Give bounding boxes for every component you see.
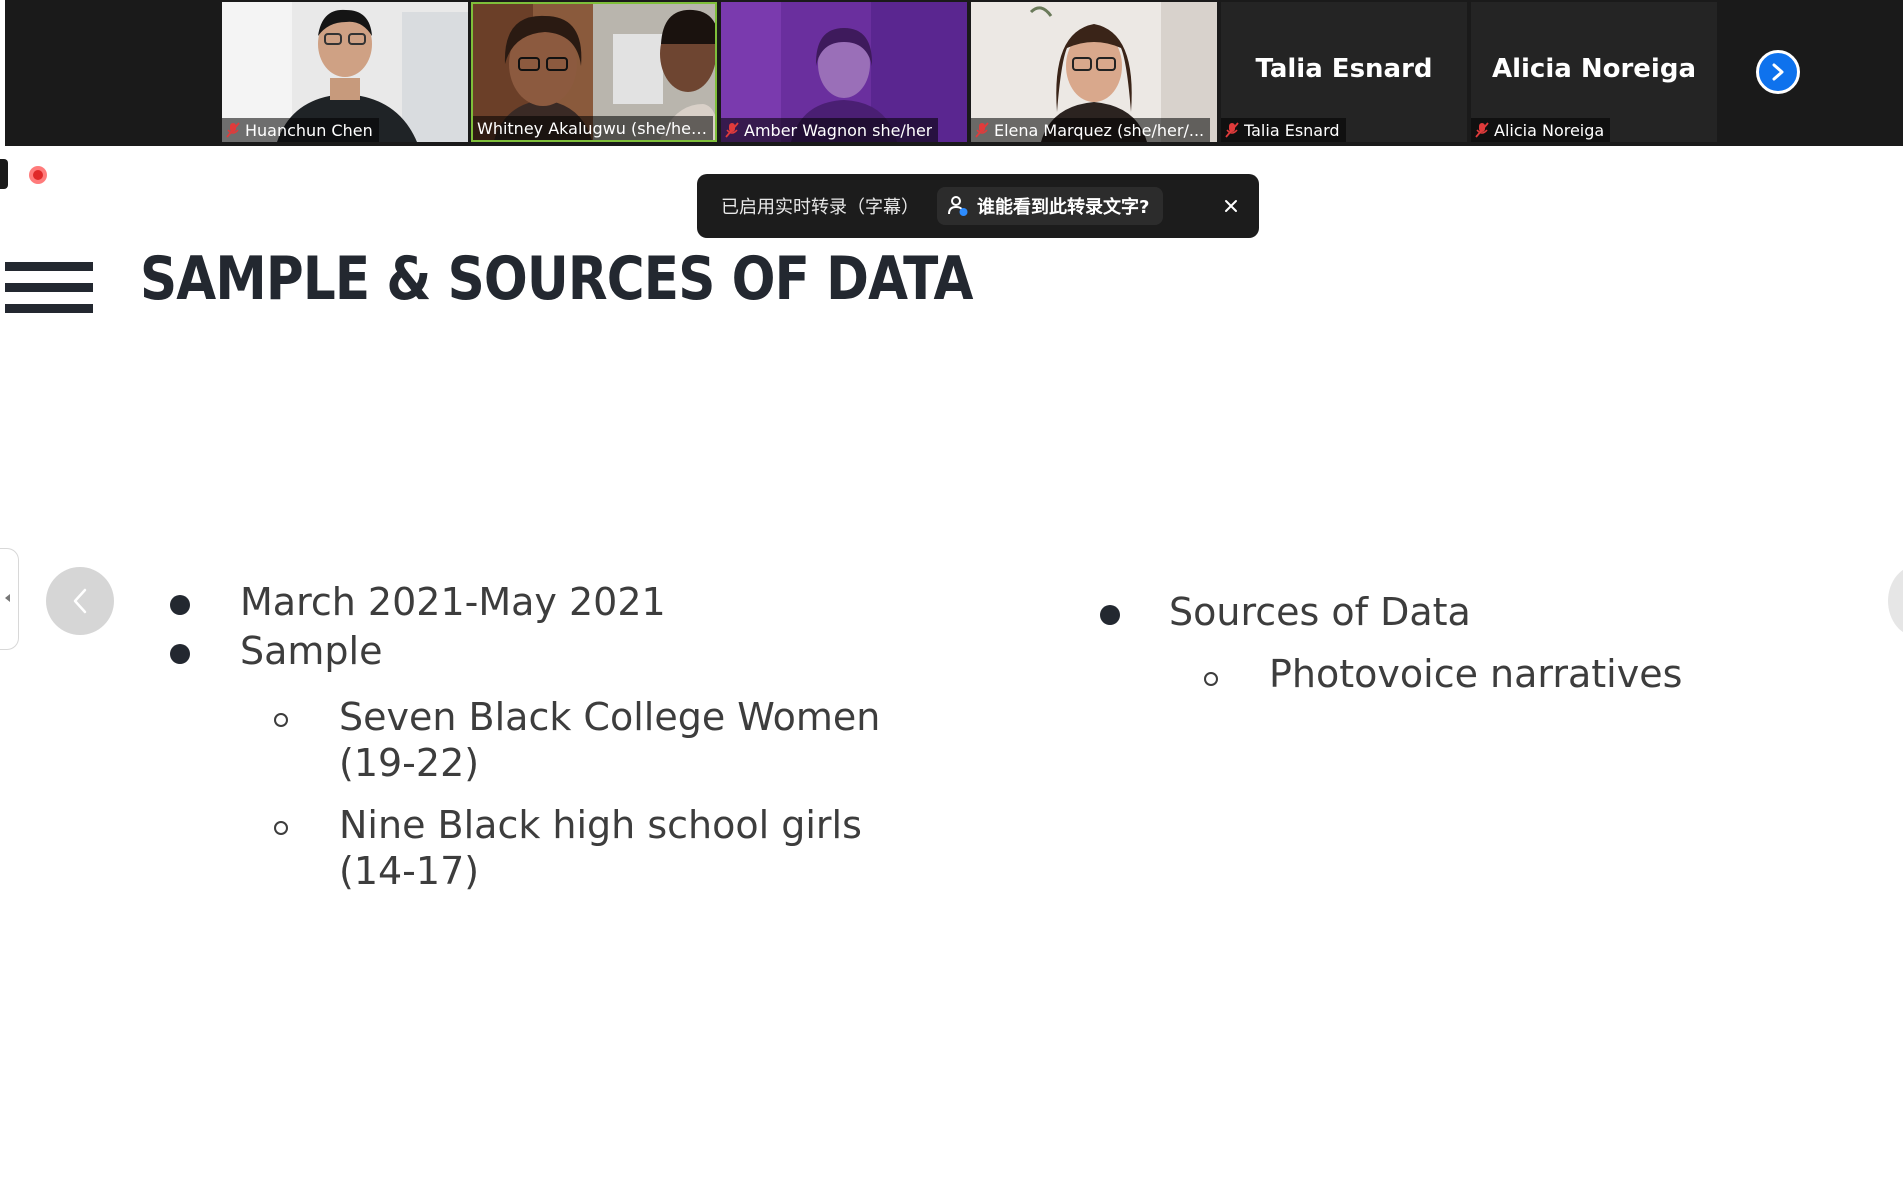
muted-mic-icon	[1475, 122, 1489, 138]
close-icon	[1225, 200, 1237, 212]
chevron-right-icon	[1772, 63, 1784, 81]
sub-bullet-college-women: Seven Black College Women (19-22)	[339, 695, 881, 785]
previous-slide-button[interactable]	[46, 567, 114, 635]
who-can-see-transcript-button[interactable]: 谁能看到此转录文字?	[937, 187, 1164, 225]
bullet-dot	[1100, 605, 1120, 625]
muted-mic-icon	[1225, 122, 1239, 138]
participant-tile-2[interactable]: Whitney Akalugwu (she/her)...	[471, 2, 717, 142]
participant-tile-5[interactable]: Talia Esnard Talia Esnard	[1221, 2, 1467, 142]
participant-name-bar: Amber Wagnon she/her	[721, 118, 939, 142]
participant-name: Whitney Akalugwu (she/her)...	[477, 118, 707, 138]
participant-display-name: Alicia Noreiga	[1491, 54, 1696, 84]
participant-name: Talia Esnard	[1244, 120, 1340, 140]
bullet-sources-of-data: Sources of Data	[1169, 590, 1471, 634]
chevron-left-icon	[73, 588, 87, 614]
bullet-dot	[170, 644, 190, 664]
bullet-date-range: March 2021-May 2021	[240, 580, 666, 624]
muted-mic-icon	[226, 122, 240, 138]
participant-strip: Huanchun Chen Whitney Akalugwu (she/her)…	[5, 0, 1903, 146]
next-slide-button[interactable]	[1888, 565, 1903, 637]
slide-title: SAMPLE & SOURCES OF DATA	[140, 244, 973, 314]
zoom-meeting-window: Huanchun Chen Whitney Akalugwu (she/her)…	[0, 0, 1903, 1183]
participant-display-name: Talia Esnard	[1255, 54, 1433, 84]
slide-decoration-bars	[5, 262, 93, 324]
transcript-enabled-message: 已启用实时转录（字幕）	[721, 197, 919, 218]
sub-bullet-circle	[274, 821, 288, 835]
participant-name: Alicia Noreiga	[1494, 120, 1605, 140]
participant-name-bar: Alicia Noreiga	[1471, 118, 1611, 142]
recording-icon	[29, 166, 47, 184]
participant-tile-6[interactable]: Alicia Noreiga Alicia Noreiga	[1471, 2, 1717, 142]
person-info-icon	[948, 196, 968, 216]
sub-bullet-circle	[274, 713, 288, 727]
sub-bullet-circle	[1204, 672, 1218, 686]
participant-name-bar: Whitney Akalugwu (she/her)...	[473, 116, 713, 140]
participant-tile-3[interactable]: Amber Wagnon she/her	[721, 2, 967, 142]
participant-tile-1[interactable]: Huanchun Chen	[222, 2, 468, 142]
participant-name: Huanchun Chen	[245, 120, 373, 140]
sub-bullet-photovoice: Photovoice narratives	[1269, 652, 1683, 696]
participant-name: Amber Wagnon she/her	[744, 120, 933, 140]
participant-name-bar: Talia Esnard	[1221, 118, 1346, 142]
left-edge-tab[interactable]	[0, 159, 8, 189]
sub-bullet-high-school-girls: Nine Black high school girls (14-17)	[339, 803, 862, 893]
muted-mic-icon	[975, 122, 989, 138]
muted-mic-icon	[725, 122, 739, 138]
bullet-sample: Sample	[240, 629, 383, 673]
next-participants-button[interactable]	[1756, 50, 1800, 94]
participant-name-bar: Huanchun Chen	[222, 118, 379, 142]
bullet-dot	[170, 595, 190, 615]
live-transcript-toast: 已启用实时转录（字幕） 谁能看到此转录文字?	[697, 174, 1259, 238]
side-panel-handle[interactable]	[0, 548, 19, 650]
participant-tile-4[interactable]: Elena Marquez (she/her/...	[971, 2, 1217, 142]
participant-name: Elena Marquez (she/her/...	[994, 120, 1205, 140]
participant-name-bar: Elena Marquez (she/her/...	[971, 118, 1211, 142]
who-can-see-label: 谁能看到此转录文字?	[977, 197, 1150, 218]
close-toast-button[interactable]	[1215, 190, 1247, 222]
